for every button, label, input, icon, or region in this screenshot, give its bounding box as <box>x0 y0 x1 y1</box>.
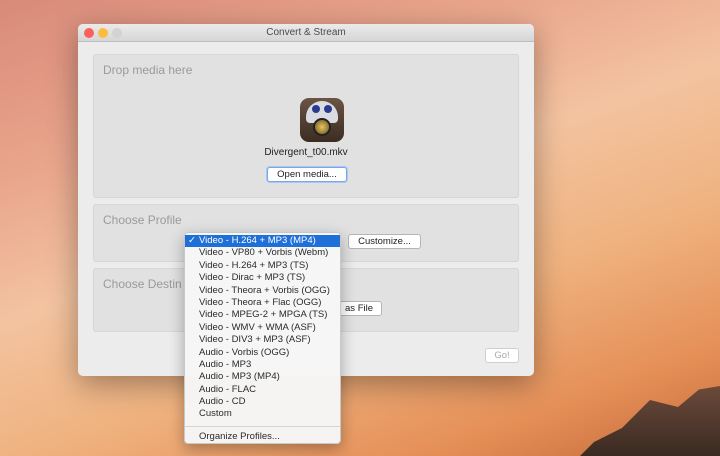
wallpaper-mountain <box>580 386 720 456</box>
menu-item[interactable]: Audio - Vorbis (OGG) <box>185 347 340 359</box>
title-bar: Convert & Stream <box>78 24 534 42</box>
media-file-icon <box>300 98 344 142</box>
drop-media-label: Drop media here <box>103 63 193 77</box>
menu-item[interactable]: Audio - FLAC <box>185 384 340 396</box>
zoom-button[interactable] <box>112 28 122 38</box>
organize-profiles-item[interactable]: Organize Profiles... <box>185 431 340 443</box>
menu-item[interactable]: Custom <box>185 408 340 420</box>
minimize-button[interactable] <box>98 28 108 38</box>
menu-item[interactable]: ✓ Video - H.264 + MP3 (MP4) <box>185 235 340 248</box>
menu-item[interactable]: Audio - CD <box>185 396 340 408</box>
choose-profile-label: Choose Profile <box>103 213 182 227</box>
open-media-button[interactable]: Open media... <box>267 167 347 182</box>
menu-item[interactable]: Video - MPEG-2 + MPGA (TS) <box>185 309 340 321</box>
close-button[interactable] <box>84 28 94 38</box>
menu-item[interactable]: Video - Theora + Vorbis (OGG) <box>185 285 340 297</box>
file-name: Divergent_t00.mkv <box>264 147 348 158</box>
menu-separator <box>185 425 340 427</box>
menu-item[interactable]: Video - H.264 + MP3 (TS) <box>185 260 340 272</box>
drop-media-area[interactable]: Drop media here Divergent_t00.mkv Open m… <box>93 54 519 198</box>
checkmark-icon: ✓ <box>188 235 196 246</box>
menu-item[interactable]: Video - VP80 + Vorbis (Webm) <box>185 247 340 259</box>
profile-dropdown-menu: ✓ Video - H.264 + MP3 (MP4) Video - VP80 … <box>184 232 341 444</box>
go-button[interactable]: Go! <box>485 348 519 363</box>
customize-button[interactable]: Customize... <box>348 234 421 249</box>
menu-item[interactable]: Video - Dirac + MP3 (TS) <box>185 272 340 284</box>
menu-item[interactable]: Audio - MP3 (MP4) <box>185 371 340 383</box>
menu-item[interactable]: Video - WMV + WMA (ASF) <box>185 322 340 334</box>
menu-item[interactable]: Video - Theora + Flac (OGG) <box>185 297 340 309</box>
menu-item[interactable]: Audio - MP3 <box>185 359 340 371</box>
choose-destination-label: Choose Destin <box>103 277 182 291</box>
window-title: Convert & Stream <box>266 27 346 38</box>
menu-item[interactable]: Video - DIV3 + MP3 (ASF) <box>185 334 340 346</box>
